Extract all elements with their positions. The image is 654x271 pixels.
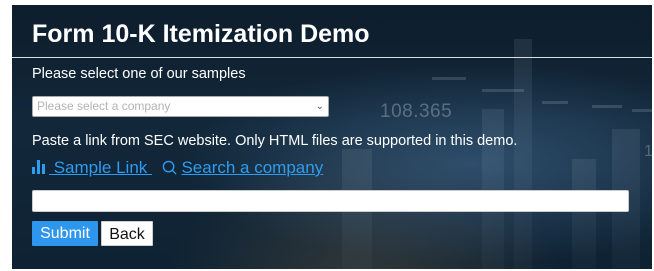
links-row: Sample Link Search a company bbox=[32, 158, 323, 182]
background-edge-number: 1 bbox=[644, 143, 652, 160]
search-company-link[interactable]: Search a company bbox=[162, 158, 323, 178]
chevron-down-icon: ⌄ bbox=[315, 101, 324, 112]
samples-prompt: Please select one of our samples bbox=[32, 66, 246, 82]
sample-link-label: Sample Link bbox=[49, 158, 152, 177]
background-ticker-number: 108.365 bbox=[380, 101, 453, 122]
submit-button[interactable]: Submit bbox=[32, 221, 98, 246]
paste-instruction: Paste a link from SEC website. Only HTML… bbox=[32, 133, 518, 149]
search-icon bbox=[163, 160, 178, 175]
sample-link[interactable]: Sample Link bbox=[32, 158, 152, 178]
app-frame: 108.365 1 Form 10-K Itemization Demo Ple… bbox=[12, 5, 652, 269]
sec-url-input[interactable] bbox=[32, 190, 629, 212]
company-select[interactable]: Please select a company ⌄ bbox=[32, 96, 329, 117]
company-select-placeholder: Please select a company bbox=[37, 99, 171, 113]
search-company-label: Search a company bbox=[181, 158, 324, 177]
bar-chart-icon bbox=[32, 160, 47, 174]
title-divider bbox=[12, 57, 652, 58]
back-button[interactable]: Back bbox=[101, 221, 153, 246]
page-title: Form 10-K Itemization Demo bbox=[32, 20, 370, 48]
